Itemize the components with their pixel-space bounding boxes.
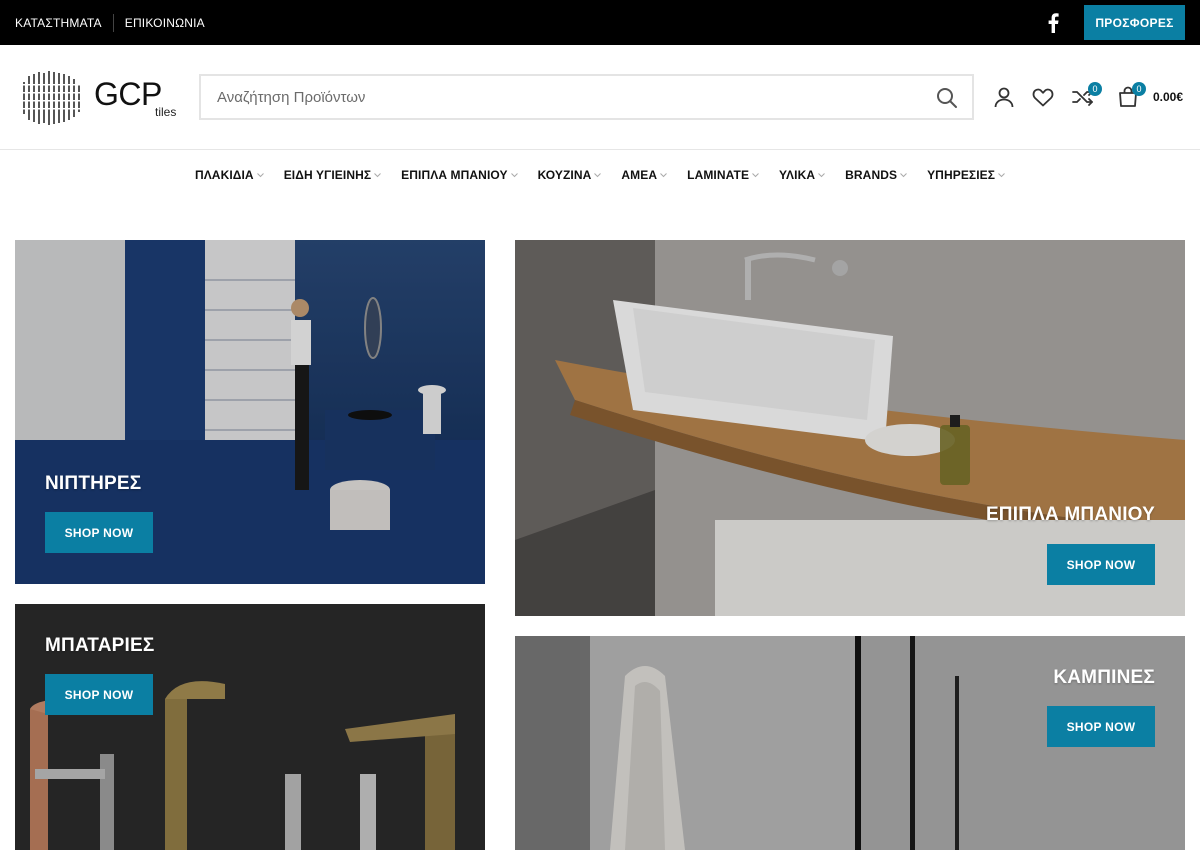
banner-faucets[interactable]: ΜΠΑΤΑΡΙΕΣ SHOP NOW	[15, 604, 485, 850]
chevron-down-icon	[818, 172, 825, 177]
banner-title: ΝΙΠΤΗΡΕΣ	[45, 473, 142, 494]
banner-shower-cabins[interactable]: ΚΑΜΠΙΝΕΣ SHOP NOW	[515, 636, 1185, 850]
search-icon[interactable]	[936, 87, 958, 109]
chevron-down-icon	[998, 172, 1005, 177]
search-bar	[199, 74, 974, 120]
nav-item-label: ΚΟΥΖΙΝΑ	[537, 168, 592, 182]
chevron-down-icon	[900, 172, 907, 177]
nav-item-laminate[interactable]: LAMINATE	[687, 168, 759, 182]
banner-title: ΚΑΜΠΙΝΕΣ	[1053, 667, 1155, 688]
top-bar: ΚΑΤΑΣΤΗΜΑΤΑ ΕΠΙΚΟΙΝΩΝΙΑ ΠΡΟΣΦΟΡΕΣ	[0, 0, 1200, 45]
nav-item-label: LAMINATE	[687, 168, 750, 182]
nav-item-label: ΥΠΗΡΕΣΙΕΣ	[927, 168, 996, 182]
facebook-icon[interactable]	[1046, 13, 1060, 33]
nav-item-services[interactable]: ΥΠΗΡΕΣΙΕΣ	[927, 168, 1005, 182]
nav-item-label: BRANDS	[845, 168, 898, 182]
nav-item-label: ΠΛΑΚΙΔΙΑ	[194, 168, 254, 182]
chevron-down-icon	[660, 172, 667, 177]
nav-item-sanitary[interactable]: ΕΙΔΗ ΥΓΙΕΙΝΗΣ	[283, 168, 382, 182]
site-header: GCP tiles 0 0 0.00€	[0, 45, 1200, 150]
cart-count-badge: 0	[1132, 82, 1146, 96]
logo-subtext: tiles	[155, 105, 177, 119]
nav-item-label: ΥΛΙΚΑ	[779, 168, 816, 182]
nav-item-bathroom-furniture[interactable]: ΕΠΙΠΛΑ ΜΠΑΝΙΟΥ	[401, 168, 518, 182]
nav-item-label: ΑΜΕΑ	[621, 168, 658, 182]
shop-now-button[interactable]: SHOP NOW	[45, 674, 153, 715]
search-input[interactable]	[201, 76, 921, 118]
shop-now-button[interactable]: SHOP NOW	[1047, 706, 1155, 747]
chevron-down-icon	[752, 172, 759, 177]
banner-bathroom-furniture[interactable]: ΕΠΙΠΛΑ ΜΠΑΝΙΟΥ SHOP NOW	[515, 240, 1185, 616]
banner-washbasins[interactable]: ΝΙΠΤΗΡΕΣ SHOP NOW	[15, 240, 485, 584]
chevron-down-icon	[594, 172, 602, 177]
wishlist-icon[interactable]	[1031, 85, 1055, 109]
main-navigation: ΠΛΑΚΙΔΙΑ ΕΙΔΗ ΥΓΙΕΙΝΗΣ ΕΠΙΠΛΑ ΜΠΑΝΙΟΥ ΚΟ…	[0, 151, 1200, 199]
nav-item-kitchen[interactable]: ΚΟΥΖΙΝΑ	[538, 168, 602, 182]
nav-item-tiles[interactable]: ΠΛΑΚΙΔΙΑ	[195, 168, 264, 182]
nav-item-materials[interactable]: ΥΛΙΚΑ	[779, 168, 825, 182]
banner-title: ΕΠΙΠΛΑ ΜΠΑΝΙΟΥ	[985, 504, 1155, 525]
logo-mark-icon	[18, 71, 88, 125]
chevron-down-icon	[510, 172, 518, 177]
nav-item-label: ΕΠΙΠΛΑ ΜΠΑΝΙΟΥ	[401, 168, 508, 182]
chevron-down-icon	[256, 172, 264, 177]
compare-count-badge: 0	[1088, 82, 1102, 96]
shop-now-button[interactable]: SHOP NOW	[1047, 544, 1155, 585]
nav-item-label: ΕΙΔΗ ΥΓΙΕΙΝΗΣ	[283, 168, 372, 182]
banner-title: ΜΠΑΤΑΡΙΕΣ	[45, 635, 155, 656]
account-icon[interactable]	[992, 85, 1016, 109]
top-links: ΚΑΤΑΣΤΗΜΑΤΑ ΕΠΙΚΟΙΝΩΝΙΑ	[15, 0, 205, 45]
nav-item-accessibility[interactable]: ΑΜΕΑ	[621, 168, 667, 182]
contact-link[interactable]: ΕΠΙΚΟΙΝΩΝΙΑ	[125, 16, 205, 30]
divider	[112, 13, 114, 32]
site-logo[interactable]: GCP tiles	[18, 70, 178, 126]
logo-text: GCP	[94, 76, 162, 112]
stores-link[interactable]: ΚΑΤΑΣΤΗΜΑΤΑ	[15, 16, 102, 30]
cart-total[interactable]: 0.00€	[1153, 90, 1183, 104]
shop-now-button[interactable]: SHOP NOW	[45, 512, 153, 553]
chevron-down-icon	[374, 172, 382, 177]
offers-button[interactable]: ΠΡΟΣΦΟΡΕΣ	[1084, 5, 1185, 40]
nav-item-brands[interactable]: BRANDS	[845, 168, 907, 182]
